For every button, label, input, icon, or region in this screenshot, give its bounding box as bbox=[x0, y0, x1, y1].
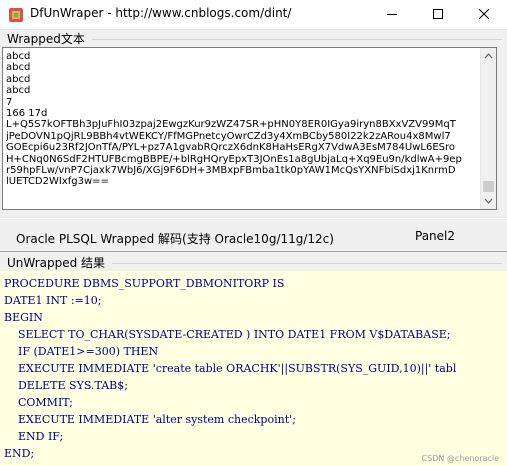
wrapped-group-divider bbox=[92, 39, 502, 40]
maximize-icon bbox=[433, 9, 443, 19]
maximize-button[interactable] bbox=[415, 0, 461, 29]
minimize-button[interactable] bbox=[369, 0, 415, 29]
window-title: DfUnWraper - http://www.cnblogs.com/dint… bbox=[30, 6, 292, 20]
wrapped-label: Wrapped文本 bbox=[7, 32, 85, 46]
panel2-label: Panel2 bbox=[415, 229, 456, 243]
scroll-down-button[interactable] bbox=[481, 193, 496, 209]
scroll-thumb[interactable] bbox=[483, 181, 494, 192]
wrapped-textarea[interactable]: abcd abcd abcd abcd 7 166 17d L+Q5S7kOFT… bbox=[2, 47, 497, 210]
minimize-icon bbox=[387, 14, 397, 15]
panel2: Oracle PLSQL Wrapped 解码(支持 Oracle10g/11g… bbox=[0, 218, 507, 252]
unwrapped-group-divider bbox=[112, 263, 502, 264]
unwrapped-code-area[interactable]: PROCEDURE DBMS_SUPPORT_DBMONITORP IS DAT… bbox=[0, 271, 507, 466]
close-icon bbox=[479, 9, 489, 19]
watermark: CSDN @chenoracle bbox=[421, 454, 499, 463]
unwrapped-code-content[interactable]: PROCEDURE DBMS_SUPPORT_DBMONITORP IS DAT… bbox=[4, 275, 456, 462]
scroll-up-button[interactable] bbox=[481, 48, 496, 64]
decoder-caption: Oracle PLSQL Wrapped 解码(支持 Oracle10g/11g… bbox=[16, 232, 334, 246]
app-icon bbox=[8, 7, 24, 23]
scroll-up-icon bbox=[484, 53, 493, 59]
wrapped-text-content[interactable]: abcd abcd abcd abcd 7 166 17d L+Q5S7kOFT… bbox=[6, 51, 481, 188]
close-button[interactable] bbox=[461, 0, 507, 29]
wrapped-vertical-scrollbar[interactable] bbox=[480, 48, 496, 209]
unwrapped-label: UnWrapped 结果 bbox=[7, 256, 106, 270]
scroll-down-icon bbox=[484, 198, 493, 204]
title-bar: DfUnWraper - http://www.cnblogs.com/dint… bbox=[0, 0, 507, 30]
